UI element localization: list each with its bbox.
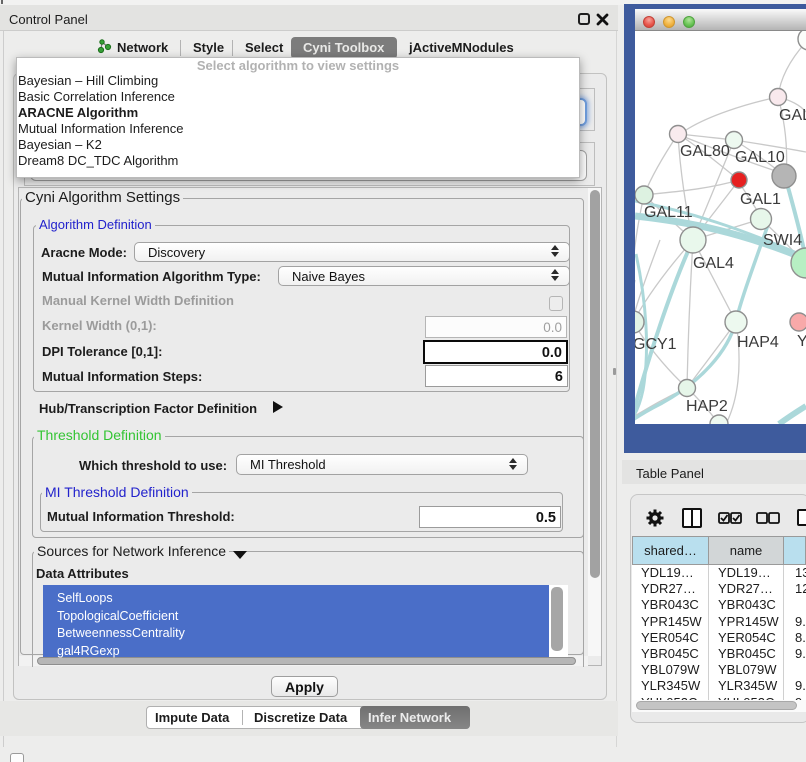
svg-text:GCY1: GCY1: [635, 336, 677, 353]
svg-text:GAL10: GAL10: [735, 149, 785, 166]
svg-text:HAP2: HAP2: [686, 398, 728, 415]
svg-text:GAL80: GAL80: [680, 143, 730, 160]
svg-text:Y: Y: [797, 333, 806, 350]
svg-text:HAP4: HAP4: [737, 334, 779, 351]
svg-text:GAL11: GAL11: [644, 204, 693, 221]
svg-text:GAL1: GAL1: [740, 191, 781, 208]
svg-text:GAL4: GAL4: [693, 255, 734, 272]
svg-text:SWI4: SWI4: [763, 232, 802, 249]
svg-text:GAL7: GAL7: [779, 107, 806, 124]
